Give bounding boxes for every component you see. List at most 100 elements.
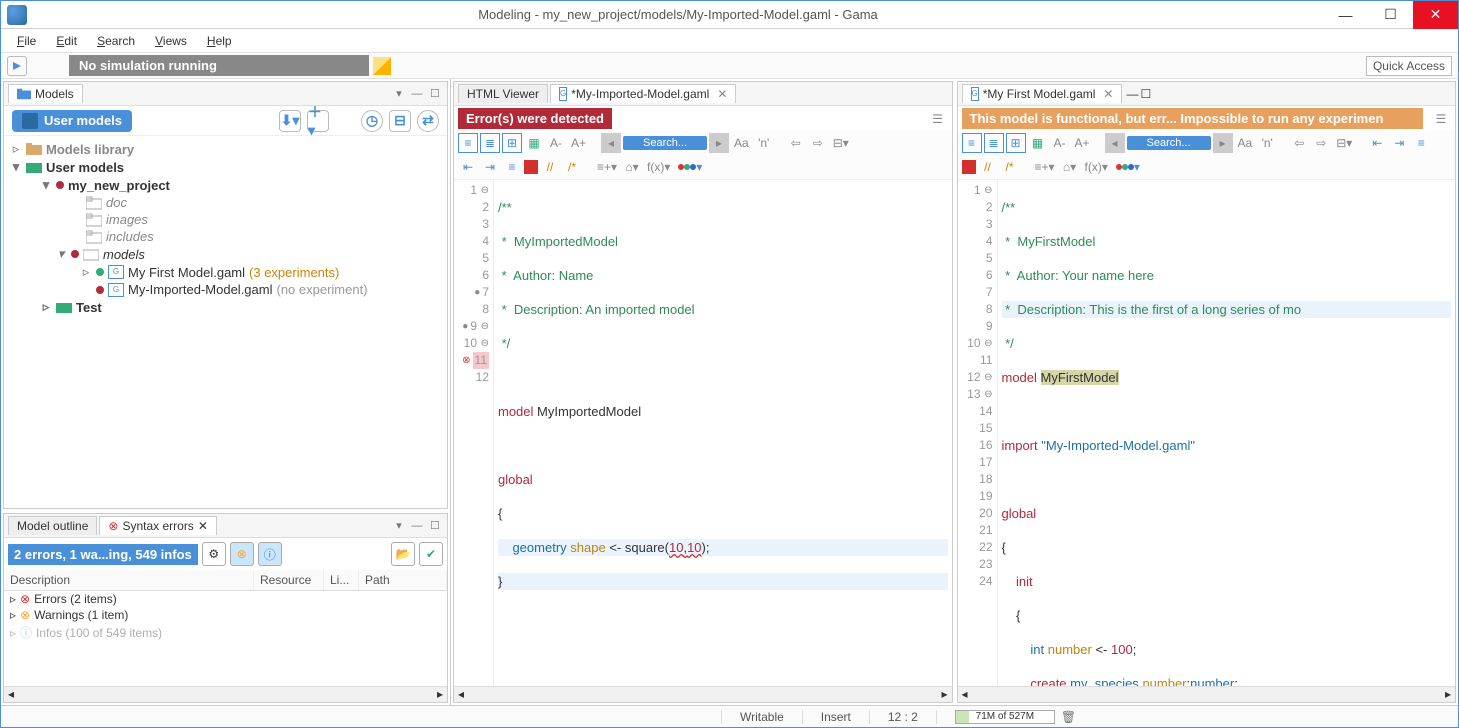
case-icon[interactable]: Aa [731,133,752,153]
outdent-icon[interactable]: ⇤ [1367,133,1387,153]
toggle-1-icon[interactable]: ≡ [458,133,478,153]
tree-doc[interactable]: doc [10,194,441,211]
tab-html-viewer[interactable]: HTML Viewer [458,84,548,103]
comment-line-icon[interactable]: // [978,157,998,177]
tree-file-2[interactable]: GMy-Imported-Model.gaml (no experiment) [10,281,441,298]
menu-help[interactable]: Help [199,32,240,50]
word-icon[interactable]: 'n' [754,133,774,153]
user-models-button[interactable]: User models [12,110,132,132]
bookmark-icon[interactable]: ⊟▾ [1333,133,1355,153]
font-larger-icon[interactable]: A+ [568,133,589,153]
nav-fwd-icon[interactable]: ⇨ [1311,133,1331,153]
nav-fwd-icon[interactable]: ⇨ [808,133,828,153]
minimize-button[interactable]: — [1323,1,1368,29]
scrollbar[interactable]: ◂▸ [958,686,1456,702]
collapse-banner-icon[interactable]: ☰ [928,109,948,129]
toggle-2-icon[interactable]: ≣ [984,133,1004,153]
code-content[interactable]: /** * MyFirstModel * Author: Your name h… [998,180,1456,686]
tree-models-folder[interactable]: ▾models [10,245,441,263]
list-icon[interactable]: ≡ [1411,133,1431,153]
maximize-panel-icon[interactable]: ☐ [427,518,443,534]
collapse-banner-icon[interactable]: ☰ [1431,109,1451,129]
fx-icon[interactable]: f(x)▾ [1082,157,1111,177]
memory-indicator[interactable]: 71M of 527M 🗑 [936,710,1094,724]
fx-icon[interactable]: f(x)▾ [644,157,673,177]
filter-info-icon[interactable]: ⓘ [258,542,282,566]
models-tab[interactable]: Models [8,84,83,103]
case-icon[interactable]: Aa [1235,133,1256,153]
font-smaller-icon[interactable]: A- [1050,133,1070,153]
comment-line-icon[interactable]: // [540,157,560,177]
color-icon[interactable]: ▾ [675,157,705,177]
close-button[interactable]: ✕ [1413,1,1458,29]
toggle-3-icon[interactable]: ⊞ [1006,133,1026,153]
menu-edit[interactable]: Edit [48,32,85,50]
code-area-right[interactable]: 1⊖ 2345 6789 10⊖ 11 12⊖ 13⊖ 141516 17181… [958,180,1456,686]
view-menu-icon[interactable]: ▾ [391,518,407,534]
add-exp-icon[interactable]: ≡+▾ [1032,157,1058,177]
check-icon[interactable]: ✔ [419,542,443,566]
close-tab-icon[interactable]: ✕ [1103,87,1113,101]
tab-first-model[interactable]: G *My First Model.gaml ✕ [962,84,1123,103]
models-tree[interactable]: ▹Models library ▾User models ▾my_new_pro… [4,136,447,508]
col-line[interactable]: Li... [324,570,359,590]
table-row[interactable]: ▹⊗Errors (2 items) [4,591,447,607]
trash-icon[interactable]: 🗑 [1061,710,1076,724]
tree-test[interactable]: ▹Test [10,298,441,316]
tree-project[interactable]: ▾my_new_project [10,176,441,194]
search-input[interactable]: Search... [623,136,707,150]
open-folder-icon[interactable]: 📂 [391,542,415,566]
view-menu-icon[interactable]: ▾ [391,86,407,102]
col-path[interactable]: Path [359,570,447,590]
gear-icon[interactable]: ⚙ [202,542,226,566]
tree-library[interactable]: ▹Models library [10,140,441,158]
format-icon[interactable]: ▦ [524,133,544,153]
word-icon[interactable]: 'n' [1257,133,1277,153]
close-tab-icon[interactable]: ✕ [717,87,727,101]
format-icon[interactable]: ▦ [1028,133,1048,153]
stop-icon[interactable] [962,160,976,174]
clock-icon[interactable]: ◷ [361,110,383,132]
maximize-button[interactable]: ☐ [1368,1,1413,29]
maximize-panel-icon[interactable]: ☐ [1140,87,1151,101]
syntax-errors-tab[interactable]: ⊗ Syntax errors ✕ [99,516,216,535]
minimize-panel-icon[interactable]: — [1126,87,1138,101]
color-icon[interactable]: ▾ [1113,157,1143,177]
menu-search[interactable]: Search [89,32,143,50]
add-exp-icon[interactable]: ≡+▾ [594,157,620,177]
toggle-2-icon[interactable]: ≣ [480,133,500,153]
nav-back-icon[interactable]: ⇦ [786,133,806,153]
menu-file[interactable]: File [9,32,44,50]
close-tab-icon[interactable]: ✕ [198,519,208,533]
outdent-icon[interactable]: ⇤ [458,157,478,177]
collapse-icon[interactable]: ⊟ [389,110,411,132]
tab-imported-model[interactable]: G *My-Imported-Model.gaml ✕ [550,84,736,103]
col-resource[interactable]: Resource [254,570,324,590]
prev-icon[interactable]: ◂ [601,133,621,153]
prev-icon[interactable]: ◂ [1105,133,1125,153]
run-button[interactable] [7,56,27,76]
quick-access-button[interactable]: Quick Access [1366,56,1452,76]
toggle-3-icon[interactable]: ⊞ [502,133,522,153]
outline-tab[interactable]: Model outline [8,516,97,535]
code-content[interactable]: /** * MyImportedModel * Author: Name * D… [494,180,952,686]
nav-back-icon[interactable]: ⇦ [1289,133,1309,153]
code-area-left[interactable]: 1⊖ 23456 ●7 8 ●9⊖ 10⊖ ⊗11 12 /** * MyImp… [454,180,952,686]
tree-includes[interactable]: includes [10,228,441,245]
edit-icon[interactable] [373,57,391,75]
bookmark-icon[interactable]: ⊟▾ [830,133,852,153]
minimize-panel-icon[interactable]: — [409,518,425,534]
filter-warnings-icon[interactable]: ⊗ [230,542,254,566]
col-description[interactable]: Description [4,570,254,590]
list-icon[interactable]: ≡ [502,157,522,177]
indent-icon[interactable]: ⇥ [480,157,500,177]
search-input[interactable]: Search... [1127,136,1211,150]
next-icon[interactable]: ▸ [1213,133,1233,153]
font-larger-icon[interactable]: A+ [1072,133,1093,153]
menu-views[interactable]: Views [147,32,195,50]
next-icon[interactable]: ▸ [709,133,729,153]
font-smaller-icon[interactable]: A- [546,133,566,153]
new-button[interactable]: ＋▾ [307,110,329,132]
table-row[interactable]: ▹ⓘInfos (100 of 549 items) [4,623,447,642]
toggle-1-icon[interactable]: ≡ [962,133,982,153]
